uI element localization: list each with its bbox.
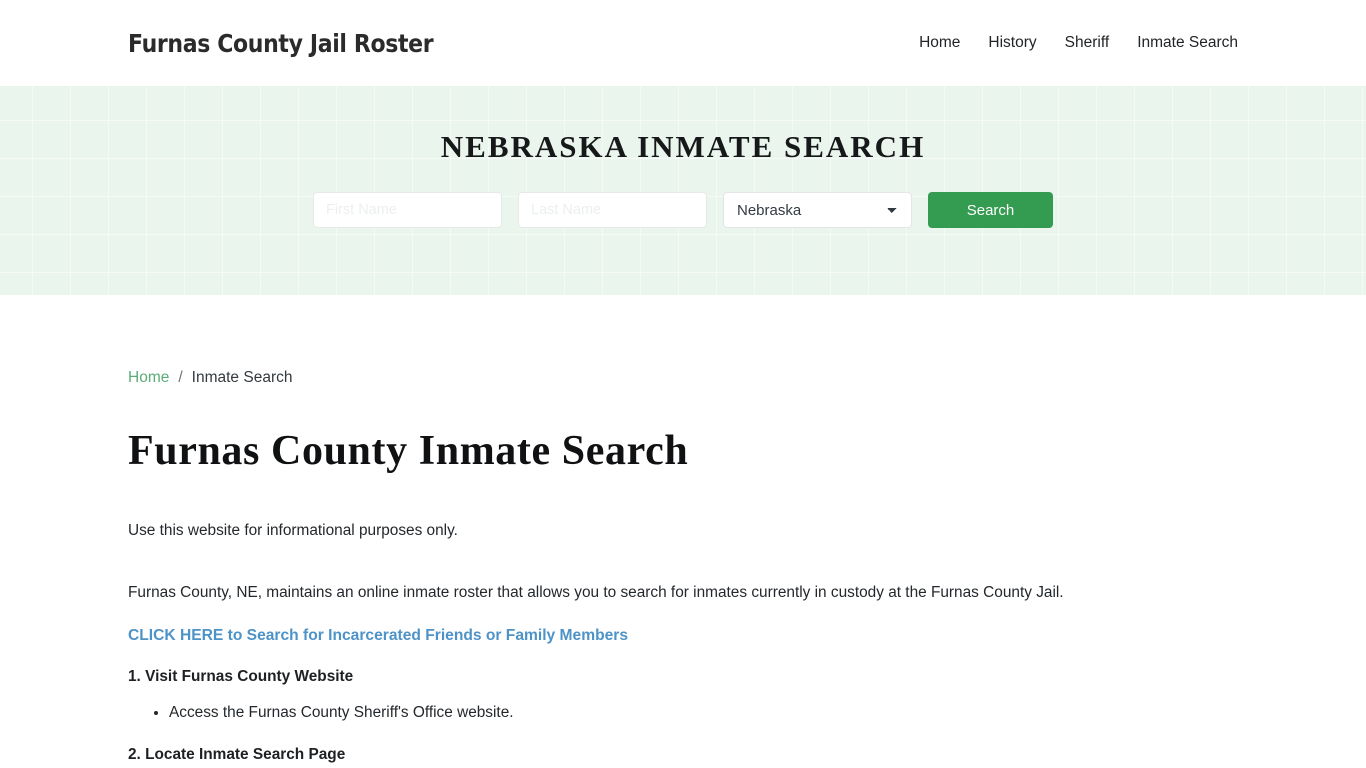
site-header: Furnas County Jail Roster Home History S… [0,0,1366,86]
list-item: Access the Furnas County Sheriff's Offic… [169,702,1238,724]
main-content: Home / Inmate Search Furnas County Inmat… [0,295,1366,768]
intro-paragraph-2: Furnas County, NE, maintains an online i… [128,583,1064,601]
breadcrumb-separator: / [178,369,183,386]
cta-search-link[interactable]: CLICK HERE to Search for Incarcerated Fr… [128,627,628,645]
hero-search-banner: NEBRASKA INMATE SEARCH Nebraska Search [0,86,1366,295]
page-title: Furnas County Inmate Search [128,428,689,474]
last-name-input[interactable] [518,192,707,228]
breadcrumb-link-home[interactable]: Home [128,369,169,387]
nav-item-history[interactable]: History [988,34,1036,52]
inmate-search-form: Nebraska Search [313,192,1053,228]
hero-title: NEBRASKA INMATE SEARCH [440,129,926,164]
breadcrumb: Home / Inmate Search [128,295,1238,387]
nav-item-home[interactable]: Home [919,34,960,52]
state-select[interactable]: Nebraska [723,192,912,228]
intro-paragraph-1: Use this website for informational purpo… [128,522,458,539]
nav-item-sheriff[interactable]: Sheriff [1065,34,1110,52]
first-name-input[interactable] [313,192,502,228]
step-title-2: 2. Locate Inmate Search Page [128,746,346,764]
search-button[interactable]: Search [928,192,1053,228]
step-title-1: 1. Visit Furnas County Website [128,667,354,685]
step-list-1: Access the Furnas County Sheriff's Offic… [128,702,1238,724]
main-navigation: Home History Sheriff Inmate Search [919,34,1238,52]
breadcrumb-current: Inmate Search [191,369,293,386]
site-title[interactable]: Furnas County Jail Roster [128,29,434,58]
nav-item-inmate-search[interactable]: Inmate Search [1137,34,1238,52]
